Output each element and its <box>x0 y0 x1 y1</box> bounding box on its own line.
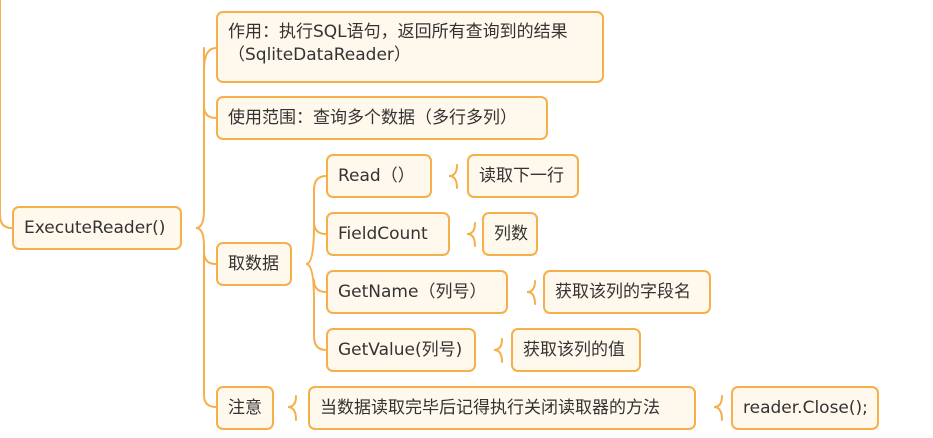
node-root-label: ExecuteReader() <box>24 217 166 238</box>
mind-map: ExecuteReader() 作用：执行SQL语句，返回所有查询到的结果 （S… <box>0 0 933 438</box>
brace-root <box>195 47 217 408</box>
node-fetch[interactable]: 取数据 <box>216 242 292 286</box>
brace-getvalue <box>493 338 503 363</box>
node-method-getvalue-label: GetValue(列号) <box>338 339 463 360</box>
node-note-code-label: reader.Close(); <box>743 397 868 418</box>
node-method-fieldcount-label: FieldCount <box>338 223 428 244</box>
node-desc-read[interactable]: 读取下一行 <box>467 154 579 198</box>
brace-fieldcount <box>466 222 476 247</box>
brace-fetch <box>305 187 327 351</box>
node-desc-getname[interactable]: 获取该列的字段名 <box>543 270 711 314</box>
brace-fetch-fieldcount <box>313 221 327 235</box>
node-root[interactable]: ExecuteReader() <box>12 206 182 250</box>
brace-note <box>287 395 297 421</box>
node-method-getname[interactable]: GetName（列号） <box>326 270 508 314</box>
node-fetch-label: 取数据 <box>228 253 279 274</box>
node-note-label: 注意 <box>228 397 262 418</box>
brace-fetch-getname <box>313 279 327 293</box>
node-method-read[interactable]: Read（） <box>326 154 432 198</box>
node-purpose-line2: （SqliteDataReader） <box>228 44 411 65</box>
node-scope[interactable]: 使用范围：查询多个数据（多行多列） <box>216 96 548 140</box>
node-purpose[interactable]: 作用：执行SQL语句，返回所有查询到的结果 （SqliteDataReader） <box>216 11 604 83</box>
node-purpose-line1: 作用：执行SQL语句，返回所有查询到的结果 <box>228 22 568 42</box>
node-method-getname-label: GetName（列号） <box>338 281 487 302</box>
node-desc-fieldcount-label: 列数 <box>494 223 528 244</box>
node-note[interactable]: 注意 <box>216 386 274 430</box>
brace-getname <box>526 280 536 305</box>
node-desc-getname-label: 获取该列的字段名 <box>555 281 691 302</box>
brace-root-fetch <box>203 251 217 265</box>
node-desc-getvalue-label: 获取该列的值 <box>523 339 625 360</box>
node-desc-fieldcount[interactable]: 列数 <box>482 212 538 256</box>
root-incoming-line <box>0 0 13 229</box>
node-method-getvalue[interactable]: GetValue(列号) <box>326 328 476 372</box>
node-note-code[interactable]: reader.Close(); <box>731 386 879 430</box>
brace-code <box>713 395 723 421</box>
node-method-fieldcount[interactable]: FieldCount <box>326 212 450 256</box>
brace-root-scope <box>203 105 217 119</box>
brace-root-top <box>203 47 217 71</box>
node-note-text-label: 当数据读取完毕后记得执行关闭读取器的方法 <box>320 397 660 418</box>
node-scope-label: 使用范围：查询多个数据（多行多列） <box>228 107 517 128</box>
brace-fetch-read <box>313 175 327 191</box>
node-method-read-label: Read（） <box>338 165 415 186</box>
node-desc-read-label: 读取下一行 <box>479 165 564 186</box>
brace-read <box>448 164 458 189</box>
node-desc-getvalue[interactable]: 获取该列的值 <box>511 328 641 372</box>
node-note-text[interactable]: 当数据读取完毕后记得执行关闭读取器的方法 <box>308 386 696 430</box>
